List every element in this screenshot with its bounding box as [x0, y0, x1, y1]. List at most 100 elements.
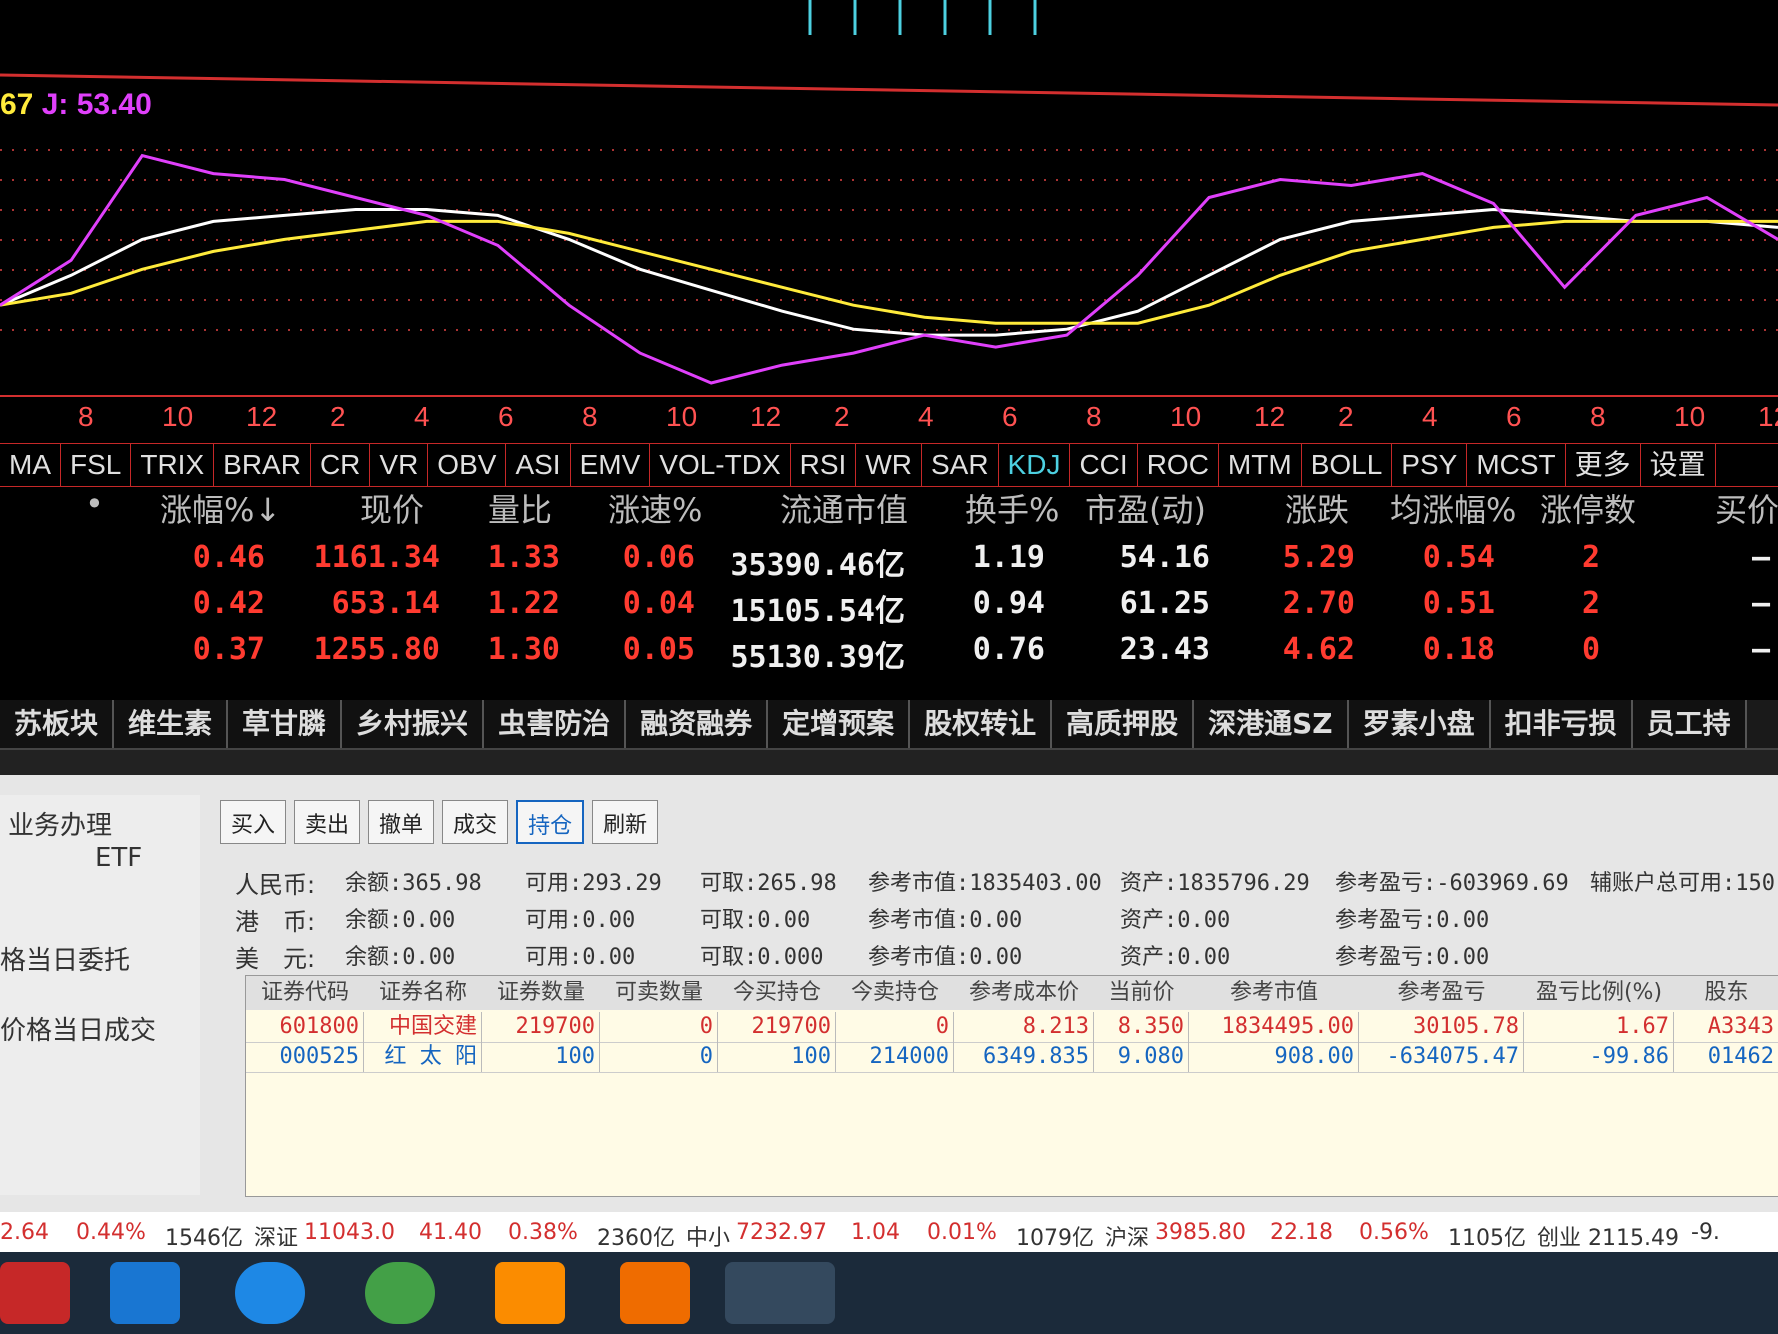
- balance-mv: 参考市值:0.00: [868, 945, 1023, 970]
- holdings-header[interactable]: 证券代码: [246, 976, 365, 1010]
- holdings-header[interactable]: 参考成本价: [954, 976, 1095, 1010]
- axis-tick-label: 8: [582, 401, 598, 432]
- indicator-tab-roc[interactable]: ROC: [1138, 444, 1219, 486]
- axis-tick-label: 10: [666, 401, 698, 432]
- indicator-tab-boll[interactable]: BOLL: [1302, 444, 1393, 486]
- block-tab[interactable]: 虫害防治: [484, 700, 627, 748]
- quote-cell-vol_ratio: 1.22: [487, 586, 560, 621]
- indicator-tab-设置[interactable]: 设置: [1641, 444, 1716, 486]
- holdings-header[interactable]: 可卖数量: [600, 976, 719, 1010]
- quote-header-limit_up[interactable]: 涨停数: [1540, 485, 1636, 531]
- indicator-tab-vol-tdx[interactable]: VOL-TDX: [650, 444, 791, 486]
- holdings-header[interactable]: 证券名称: [364, 976, 483, 1010]
- indicator-tab-cci[interactable]: CCI: [1070, 444, 1138, 486]
- holdings-row[interactable]: [246, 1012, 1778, 1043]
- quote-header-speed[interactable]: 涨速%: [608, 485, 702, 531]
- indicator-tab-trix[interactable]: TRIX: [131, 444, 215, 486]
- status-item: 1105亿: [1448, 1226, 1526, 1251]
- app-icon[interactable]: [0, 1262, 70, 1324]
- kdj-chart[interactable]: 67 J: 53.40: [0, 0, 1778, 395]
- toolbar-button[interactable]: 刷新: [592, 800, 659, 844]
- quote-header-pe[interactable]: 市盈(动): [1085, 485, 1206, 531]
- indicator-tab-rsi[interactable]: RSI: [791, 444, 857, 486]
- holdings-header[interactable]: 今买持仓: [718, 976, 837, 1010]
- quote-header-buy[interactable]: 买价: [1715, 485, 1778, 531]
- block-tab[interactable]: 定增预案: [768, 700, 911, 748]
- toolbar-button[interactable]: 撤单: [368, 800, 435, 844]
- axis-tick-label: 4: [414, 401, 430, 432]
- quote-cell-avg_change: 0.51: [1422, 586, 1495, 621]
- quote-header-dot[interactable]: •: [85, 485, 104, 523]
- colorful-app-icon[interactable]: [495, 1262, 565, 1324]
- indicator-tab-sar[interactable]: SAR: [922, 444, 999, 486]
- indicator-tabs: MA FSL TRIX BRAR CR VR OBV ASI EMV VOL-TDX RSI WR SA…: [0, 443, 1778, 487]
- quote-header-change[interactable]: 涨跌: [1285, 485, 1349, 531]
- indicator-tab-asi[interactable]: ASI: [506, 444, 571, 486]
- holdings-header[interactable]: 参考盈亏: [1359, 976, 1525, 1010]
- block-tab[interactable]: 罗素小盘: [1348, 700, 1491, 748]
- holdings-header[interactable]: 盈亏比例(%): [1524, 976, 1675, 1010]
- block-tab[interactable]: 扣非亏损: [1490, 700, 1633, 748]
- block-tab[interactable]: 高质押股: [1052, 700, 1195, 748]
- block-tab[interactable]: 深港通SZ: [1194, 700, 1349, 748]
- block-tab[interactable]: 员工持: [1632, 700, 1747, 748]
- holdings-header[interactable]: 参考市值: [1189, 976, 1360, 1010]
- quote-cell-turnover: 0.94: [972, 586, 1045, 621]
- indicator-tab-fsl[interactable]: FSL: [61, 444, 132, 486]
- indicator-tab-mcst[interactable]: MCST: [1467, 444, 1566, 486]
- nav-etf[interactable]: ETF: [95, 843, 142, 873]
- toolbar-button[interactable]: 持仓: [516, 800, 585, 844]
- ie-browser-icon[interactable]: [235, 1262, 305, 1324]
- balance-asset: 资产:0.00: [1120, 908, 1231, 933]
- balance-asset: 资产:1835796.29: [1120, 871, 1310, 896]
- indicator-tab-ma[interactable]: MA: [0, 444, 61, 486]
- indicator-tab-brar[interactable]: BRAR: [214, 444, 311, 486]
- holdings-header[interactable]: 今卖持仓: [836, 976, 955, 1010]
- green-app-icon[interactable]: [365, 1262, 435, 1324]
- left-nav: 业务办理 ETF 格当日委托 价格当日成交: [0, 795, 200, 1195]
- indicator-tab-obv[interactable]: OBV: [428, 444, 507, 486]
- quote-header-price[interactable]: 现价: [360, 485, 424, 531]
- home-app-icon[interactable]: [620, 1262, 690, 1324]
- panel-divider[interactable]: [0, 750, 1778, 775]
- quote-cell-float_cap: 15105.54亿: [730, 594, 906, 629]
- block-tabs: 苏板块 维生素 草甘膦 乡村振兴 虫害防治 融资融券 定增预案 股权转让 高质押股 深港通SZ 罗素…: [0, 700, 1778, 750]
- quote-header-vol_ratio[interactable]: 量比: [488, 485, 552, 531]
- nav-business[interactable]: 业务办理: [8, 805, 112, 842]
- quote-header-avg_change[interactable]: 均涨幅%: [1390, 485, 1516, 531]
- holdings-grid[interactable]: 证券代码 证券名称 证券数量 可卖数量 今买持仓 今卖持仓 参考成本价 当前价 参考市值 参考盈亏…: [245, 975, 1778, 1197]
- holdings-row[interactable]: [246, 1042, 1778, 1073]
- status-item: 41.40: [419, 1220, 482, 1245]
- toolbar-button[interactable]: 卖出: [294, 800, 361, 844]
- balance-mv: 参考市值:0.00: [868, 908, 1023, 933]
- toolbar-button[interactable]: 成交: [442, 800, 509, 844]
- nav-deal-today[interactable]: 价格当日成交: [0, 1010, 156, 1047]
- indicator-tab-更多[interactable]: 更多: [1566, 444, 1641, 486]
- holdings-header[interactable]: 股东: [1674, 976, 1778, 1010]
- quote-header-turnover[interactable]: 换手%: [965, 485, 1059, 531]
- quote-cell-change_pct: 0.46: [192, 540, 265, 575]
- trading-app-icon[interactable]: [725, 1262, 835, 1324]
- block-tab[interactable]: 维生素: [114, 700, 229, 748]
- indicator-tab-psy[interactable]: PSY: [1392, 444, 1468, 486]
- indicator-tab-kdj[interactable]: KDJ: [999, 444, 1071, 486]
- block-tab[interactable]: 股权转让: [910, 700, 1053, 748]
- block-tab[interactable]: 苏板块: [0, 700, 115, 748]
- nav-order-today[interactable]: 格当日委托: [0, 940, 130, 977]
- block-tab[interactable]: 融资融券: [626, 700, 769, 748]
- toolbar-button[interactable]: 买入: [220, 800, 287, 844]
- axis-tick-label: 6: [1506, 401, 1522, 432]
- file-explorer-icon[interactable]: [110, 1262, 180, 1324]
- quote-header-change_pct[interactable]: 涨幅%↓: [160, 485, 281, 531]
- indicator-tab-wr[interactable]: WR: [856, 444, 922, 486]
- quote-cell-price: 1161.34: [313, 540, 440, 575]
- block-tab[interactable]: 乡村振兴: [342, 700, 485, 748]
- indicator-tab-cr[interactable]: CR: [311, 444, 371, 486]
- quote-header-float_cap[interactable]: 流通市值: [780, 485, 908, 531]
- indicator-tab-vr[interactable]: VR: [370, 444, 429, 486]
- holdings-header[interactable]: 证券数量: [482, 976, 601, 1010]
- holdings-header[interactable]: 当前价: [1094, 976, 1190, 1010]
- block-tab[interactable]: 草甘膦: [228, 700, 343, 748]
- indicator-tab-mtm[interactable]: MTM: [1219, 444, 1302, 486]
- indicator-tab-emv[interactable]: EMV: [571, 444, 651, 486]
